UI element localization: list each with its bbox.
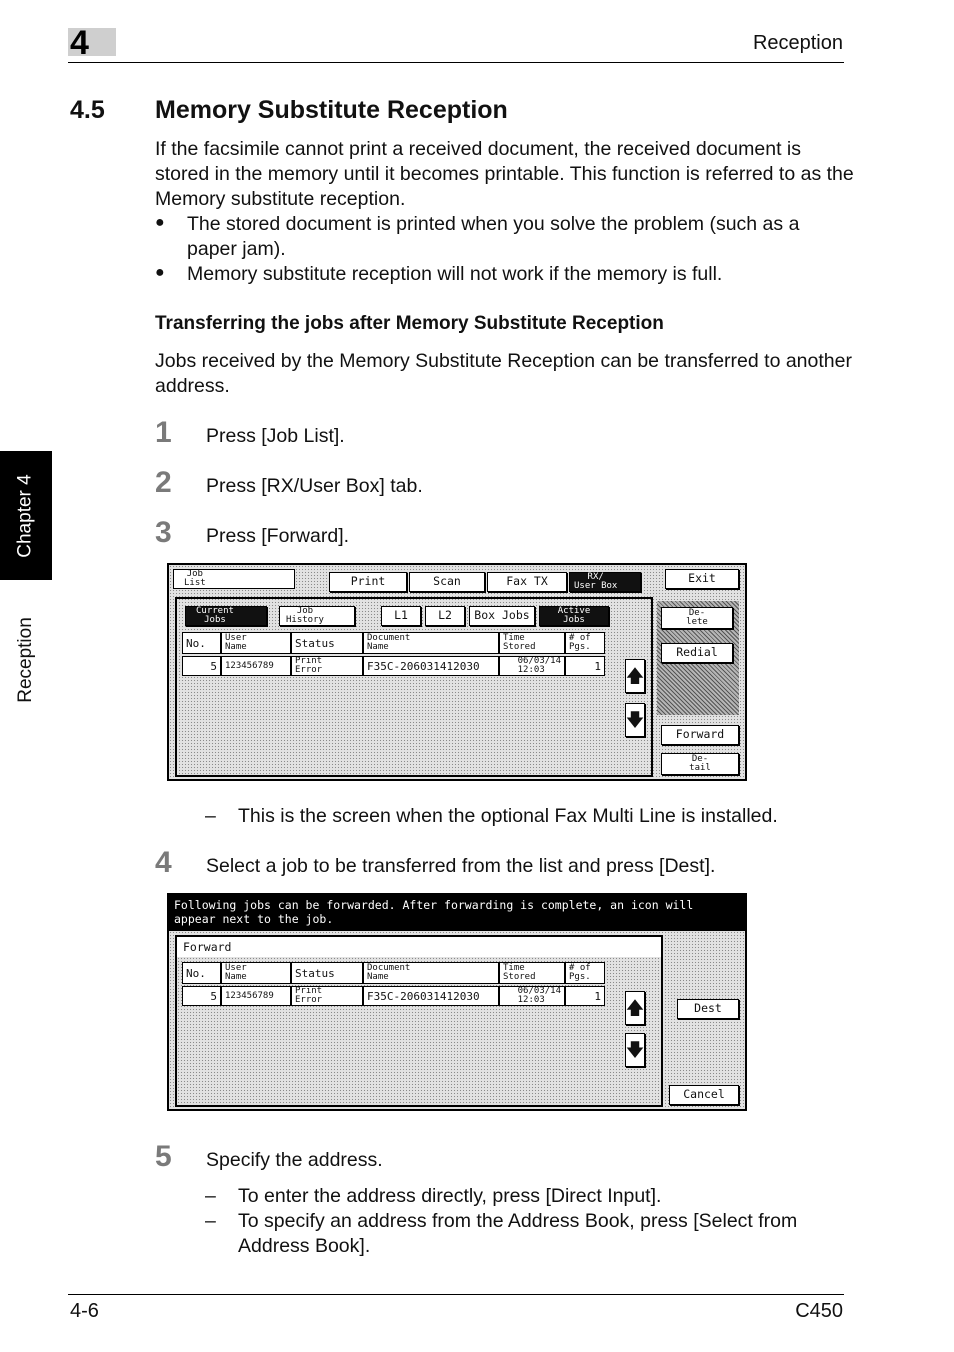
- step-number: 1: [155, 416, 172, 449]
- section-number: 4.5: [70, 96, 105, 124]
- cell-user-name: 123456789: [221, 656, 291, 676]
- header-rule: [68, 62, 844, 63]
- cell-time-stored: 06/03/14 12:03: [499, 656, 565, 676]
- subheading: Transferring the jobs after Memory Subst…: [155, 313, 664, 334]
- col-time-stored: Time Stored: [499, 632, 565, 654]
- header-title: Reception: [752, 32, 843, 54]
- step5-note-2: To specify an address from the Address B…: [238, 1210, 798, 1257]
- cell-document-name: F35C-206031412030: [363, 656, 499, 676]
- cell-pages: 1: [565, 656, 605, 676]
- col-document-name: Document Name: [363, 632, 499, 654]
- bullet-2: Memory substitute reception will not wor…: [187, 263, 723, 285]
- cell-document-name: F35C-206031412030: [363, 986, 499, 1006]
- scroll-up-button[interactable]: 🡅: [625, 991, 645, 1025]
- job-list-label: Job List: [173, 569, 295, 589]
- redial-button[interactable]: Redial: [661, 643, 733, 663]
- step-text: Specify the address.: [206, 1149, 383, 1171]
- arrow-up-icon: 🡅: [625, 998, 645, 1018]
- line-l1-button[interactable]: L1: [381, 606, 421, 626]
- dash: –: [205, 1210, 216, 1232]
- cell-status: Print Error: [291, 656, 363, 676]
- cell-user-name: 123456789: [221, 986, 291, 1006]
- subtab-job-history[interactable]: Job History: [279, 606, 355, 626]
- step-number: 5: [155, 1140, 172, 1173]
- step-text: Press [Forward].: [206, 525, 350, 547]
- cell-status: Print Error: [291, 986, 363, 1006]
- col-no: No.: [182, 962, 221, 984]
- cell-no: 5: [182, 656, 221, 676]
- cell-time-stored: 06/03/14 12:03: [499, 986, 565, 1006]
- page-number: 4-6: [70, 1300, 99, 1322]
- scroll-up-button[interactable]: 🡅: [625, 659, 645, 693]
- sub-paragraph: Jobs received by the Memory Substitute R…: [155, 350, 852, 397]
- dash: –: [205, 805, 216, 827]
- col-user-name: User Name: [221, 962, 291, 984]
- bullet-icon: ●: [155, 264, 165, 281]
- tab-scan[interactable]: Scan: [409, 572, 485, 592]
- delete-button[interactable]: De- lete: [661, 607, 733, 629]
- detail-button[interactable]: De- tail: [661, 753, 739, 775]
- step-text: Select a job to be transferred from the …: [206, 855, 716, 877]
- step5-note-1: To enter the address directly, press [Di…: [238, 1185, 662, 1207]
- step3-note: This is the screen when the optional Fax…: [238, 805, 778, 827]
- step-number: 3: [155, 516, 172, 549]
- cell-no: 5: [182, 986, 221, 1006]
- bullet-icon: ●: [155, 214, 165, 231]
- model-name: C450: [795, 1300, 843, 1322]
- table-header: No. User Name Status Document Name Time …: [182, 962, 605, 984]
- col-document-name: Document Name: [363, 962, 499, 984]
- side-section-label: Reception: [15, 617, 36, 703]
- line-l2-button[interactable]: L2: [425, 606, 465, 626]
- tab-print[interactable]: Print: [329, 572, 407, 592]
- exit-button[interactable]: Exit: [665, 569, 739, 589]
- forward-screen: Following jobs can be forwarded. After f…: [167, 893, 747, 1111]
- cancel-button[interactable]: Cancel: [669, 1085, 739, 1105]
- col-time-stored: Time Stored: [499, 962, 565, 984]
- step-text: Press [Job List].: [206, 425, 345, 447]
- dash: –: [205, 1185, 216, 1207]
- step-text: Press [RX/User Box] tab.: [206, 475, 423, 497]
- col-pages: # of Pgs.: [565, 632, 605, 654]
- bullet-1: The stored document is printed when you …: [187, 213, 800, 260]
- arrow-down-icon: 🡇: [625, 1040, 645, 1060]
- subtab-current-jobs[interactable]: Current Jobs: [185, 606, 267, 626]
- scroll-down-button[interactable]: 🡇: [625, 703, 645, 737]
- arrow-down-icon: 🡇: [625, 710, 645, 730]
- col-status: Status: [291, 962, 363, 984]
- step-number: 4: [155, 846, 172, 879]
- forward-message: Following jobs can be forwarded. After f…: [169, 895, 745, 931]
- table-header: No. User Name Status Document Name Time …: [182, 632, 605, 654]
- active-jobs-button[interactable]: Active Jobs: [539, 606, 609, 626]
- col-user-name: User Name: [221, 632, 291, 654]
- scroll-down-button[interactable]: 🡇: [625, 1033, 645, 1067]
- panel-label: Forward: [183, 940, 232, 954]
- chapter-number: 4: [70, 24, 89, 62]
- side-chapter-label: Chapter 4: [15, 473, 37, 558]
- step-number: 2: [155, 466, 172, 499]
- table-row[interactable]: 5 123456789 Print Error F35C-20603141203…: [182, 656, 605, 676]
- section-title: Memory Substitute Reception: [155, 96, 508, 124]
- dest-button[interactable]: Dest: [677, 999, 739, 1019]
- col-no: No.: [182, 632, 221, 654]
- col-status: Status: [291, 632, 363, 654]
- intro-paragraph: If the facsimile cannot print a received…: [155, 138, 854, 210]
- box-jobs-button[interactable]: Box Jobs: [469, 606, 535, 626]
- footer-rule: [68, 1294, 844, 1295]
- cell-pages: 1: [565, 986, 605, 1006]
- tab-fax-tx[interactable]: Fax TX: [487, 572, 567, 592]
- forward-button[interactable]: Forward: [661, 725, 739, 745]
- arrow-up-icon: 🡅: [625, 666, 645, 686]
- col-pages: # of Pgs.: [565, 962, 605, 984]
- job-list-screen: Job List Print Scan Fax TX RX/ User Box …: [167, 563, 747, 781]
- table-row[interactable]: 5 123456789 Print Error F35C-20603141203…: [182, 986, 605, 1006]
- tab-rx-user-box[interactable]: RX/ User Box: [569, 572, 641, 592]
